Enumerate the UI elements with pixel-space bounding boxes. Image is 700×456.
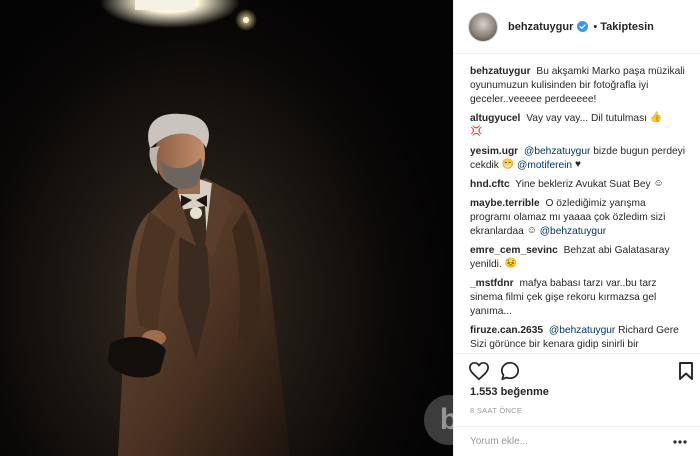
- likes-count[interactable]: 1.553 beğenme: [470, 386, 549, 398]
- follow-status[interactable]: Takiptesin: [600, 21, 654, 33]
- comment-text: Vay vay vay... Dil tutulması: [526, 113, 648, 124]
- list-item: _mstfdnr mafya babası tarzı var..bu tarz…: [470, 277, 686, 319]
- verified-badge-icon: [577, 21, 589, 32]
- lamp-fixture: [135, 0, 195, 10]
- list-item: maybe.terrible O özlediğimiz yarışma pro…: [470, 197, 686, 239]
- photo-illustration: [100, 0, 290, 456]
- comment-username[interactable]: maybe.terrible: [470, 198, 540, 209]
- comment-username[interactable]: hnd.cftc: [470, 179, 510, 190]
- more-icon[interactable]: [673, 440, 687, 444]
- thumbs-up-icon: 👍: [649, 112, 663, 124]
- comment-mention[interactable]: @motiferein: [517, 160, 572, 171]
- comment-text: Yine bekleriz Avukat Suat Bey: [515, 179, 651, 190]
- caption: behzatuygur Bu akşamki Marko paşa müzika…: [470, 65, 686, 107]
- post-side-panel: behzatuygur • Takiptesin behzatuygur Bu …: [453, 0, 700, 456]
- add-comment-bar: [454, 426, 700, 456]
- header-separator: •: [593, 20, 598, 33]
- post-timestamp: 8 SAAT ÖNCE: [470, 406, 523, 415]
- comment-mention[interactable]: @behzatuygur: [524, 146, 590, 157]
- comment-username[interactable]: emre_cem_sevinc: [470, 245, 558, 256]
- action-bar: [454, 353, 700, 383]
- post-photo[interactable]: [0, 0, 453, 456]
- list-item: altugyucel Vay vay vay... Dil tutulması …: [470, 112, 686, 140]
- comment-username[interactable]: _mstfdnr: [470, 278, 514, 289]
- bookmark-icon[interactable]: [678, 361, 694, 381]
- comment-mention[interactable]: @behzatuygur: [540, 226, 606, 237]
- list-item: yesim.ugr @behzatuygur bizde bugun perde…: [470, 145, 686, 173]
- persevere-icon: 😣: [504, 258, 518, 270]
- comment-icon[interactable]: [500, 361, 520, 381]
- heart-emoji-icon: ♥: [574, 159, 581, 171]
- boutonniere: [190, 207, 202, 219]
- comment-mention[interactable]: @behzatuygur: [549, 325, 615, 336]
- comment-username[interactable]: behzatuygur: [470, 66, 531, 77]
- heart-icon[interactable]: [468, 361, 490, 381]
- comment-username[interactable]: firuze.can.2635: [470, 325, 543, 336]
- smile-icon: ☺: [653, 178, 664, 190]
- list-item: firuze.can.2635 @behzatuygur Richard Ger…: [470, 324, 686, 349]
- list-item: emre_cem_sevinc Behzat abi Galatasaray y…: [470, 244, 686, 272]
- grin-icon: 😁: [501, 159, 515, 171]
- comment-username[interactable]: altugyucel: [470, 113, 520, 124]
- post-username[interactable]: behzatuygur: [508, 21, 573, 33]
- post-header: behzatuygur • Takiptesin: [454, 0, 700, 54]
- comment-username[interactable]: yesim.ugr: [470, 146, 518, 157]
- comment-input[interactable]: [470, 436, 660, 447]
- anger-icon: 💢: [470, 126, 483, 138]
- avatar[interactable]: [468, 11, 498, 42]
- comments-list[interactable]: behzatuygur Bu akşamki Marko paşa müzika…: [454, 54, 700, 349]
- list-item: hnd.cftc Yine bekleriz Avukat Suat Bey ☺: [470, 178, 686, 192]
- smile-icon: ☺: [526, 225, 537, 237]
- top-hat: [108, 336, 166, 378]
